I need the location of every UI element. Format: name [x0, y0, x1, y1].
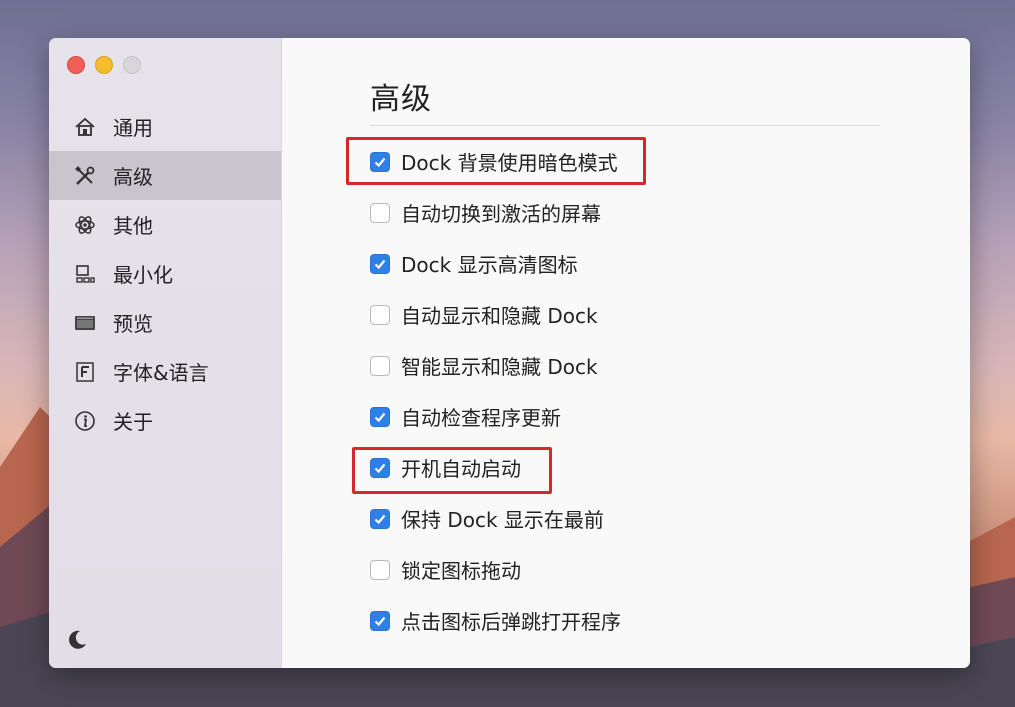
option-dock-hd-icons[interactable]: Dock 显示高清图标 — [370, 238, 621, 289]
checkbox[interactable] — [370, 457, 390, 478]
checkbox[interactable] — [370, 508, 390, 529]
option-label: Dock 显示高清图标 — [401, 253, 578, 277]
checkbox[interactable] — [370, 559, 390, 580]
option-label: 保持 Dock 显示在最前 — [401, 508, 604, 532]
zoom-button[interactable] — [123, 56, 141, 74]
option-label: 智能显示和隐藏 Dock — [401, 355, 598, 379]
option-launch-at-login[interactable]: 开机自动启动 — [370, 442, 621, 493]
checkbox[interactable] — [370, 304, 390, 325]
sidebar-item-label: 最小化 — [113, 263, 173, 287]
home-icon — [73, 115, 97, 139]
option-label: 自动切换到激活的屏幕 — [401, 202, 601, 226]
sidebar-nav: 通用 高级 其他 最小化 预览 字体&语言 关于 — [49, 102, 281, 445]
options-list: Dock 背景使用暗色模式 自动切换到激活的屏幕 Dock 显示高清图标 自动显… — [370, 136, 621, 646]
sidebar-item-about[interactable]: 关于 — [49, 396, 281, 445]
option-label: 自动显示和隐藏 Dock — [401, 304, 598, 328]
app-window: 通用 高级 其他 最小化 预览 字体&语言 关于 高级 Dock 背景使用暗色模… — [49, 38, 970, 668]
sidebar-item-font-language[interactable]: 字体&语言 — [49, 347, 281, 396]
checkbox[interactable] — [370, 202, 390, 223]
tools-icon — [73, 164, 97, 188]
option-auto-check-updates[interactable]: 自动检查程序更新 — [370, 391, 621, 442]
sidebar-item-label: 高级 — [113, 165, 153, 189]
font-icon — [73, 360, 97, 384]
option-bounce-open-app[interactable]: 点击图标后弹跳打开程序 — [370, 595, 621, 646]
close-button[interactable] — [67, 56, 85, 74]
option-label: Dock 背景使用暗色模式 — [401, 151, 618, 175]
option-auto-hide-dock[interactable]: 自动显示和隐藏 Dock — [370, 289, 621, 340]
checkbox[interactable] — [370, 355, 390, 376]
option-smart-hide-dock[interactable]: 智能显示和隐藏 Dock — [370, 340, 621, 391]
window-controls — [67, 56, 141, 74]
option-label: 点击图标后弹跳打开程序 — [401, 610, 621, 634]
sidebar-item-label: 预览 — [113, 312, 153, 336]
sidebar: 通用 高级 其他 最小化 预览 字体&语言 关于 — [49, 38, 282, 668]
checkbox[interactable] — [370, 253, 390, 274]
minimize-button[interactable] — [95, 56, 113, 74]
checkbox[interactable] — [370, 151, 390, 172]
sidebar-item-label: 关于 — [113, 410, 153, 434]
option-label: 锁定图标拖动 — [401, 559, 521, 583]
sidebar-item-label: 字体&语言 — [113, 361, 209, 385]
title-divider — [370, 125, 880, 126]
atom-icon — [73, 213, 97, 237]
option-lock-icon-drag[interactable]: 锁定图标拖动 — [370, 544, 621, 595]
option-keep-dock-on-top[interactable]: 保持 Dock 显示在最前 — [370, 493, 621, 544]
main-content: 高级 Dock 背景使用暗色模式 自动切换到激活的屏幕 Dock 显示高清图标 … — [282, 38, 970, 668]
sidebar-item-label: 通用 — [113, 116, 153, 140]
sidebar-item-other[interactable]: 其他 — [49, 200, 281, 249]
page-title: 高级 — [370, 82, 432, 117]
option-dock-dark-background[interactable]: Dock 背景使用暗色模式 — [370, 136, 621, 187]
option-label: 自动检查程序更新 — [401, 406, 561, 430]
option-auto-switch-screen[interactable]: 自动切换到激活的屏幕 — [370, 187, 621, 238]
minimize-windows-icon — [73, 262, 97, 286]
preview-window-icon — [73, 311, 97, 335]
option-label: 开机自动启动 — [401, 457, 521, 481]
info-icon — [73, 409, 97, 433]
sidebar-item-label: 其他 — [113, 214, 153, 238]
moon-icon[interactable] — [65, 628, 89, 652]
sidebar-item-advanced[interactable]: 高级 — [49, 151, 281, 200]
sidebar-item-minimize[interactable]: 最小化 — [49, 249, 281, 298]
sidebar-item-preview[interactable]: 预览 — [49, 298, 281, 347]
checkbox[interactable] — [370, 610, 390, 631]
checkbox[interactable] — [370, 406, 390, 427]
sidebar-item-general[interactable]: 通用 — [49, 102, 281, 151]
